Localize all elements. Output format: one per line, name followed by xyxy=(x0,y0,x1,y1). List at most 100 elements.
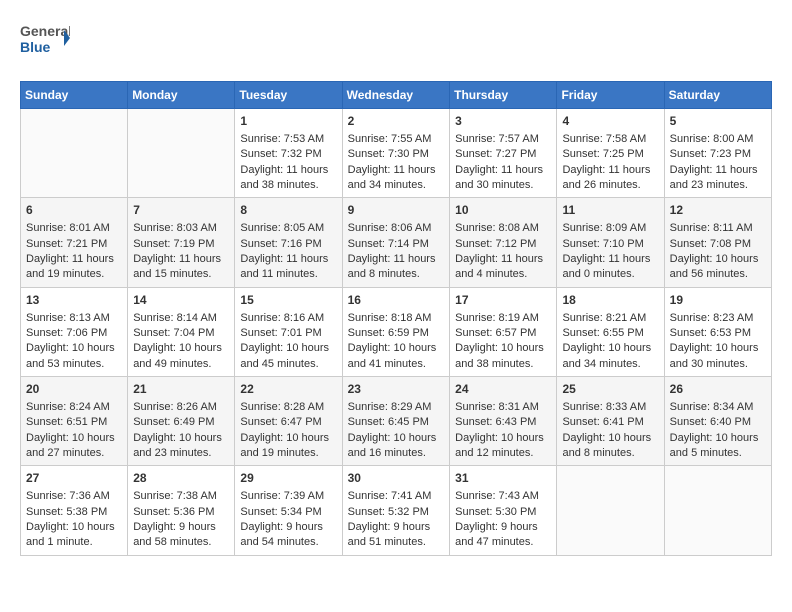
day-content: Sunset: 7:08 PM xyxy=(670,237,766,252)
day-content: Sunset: 6:55 PM xyxy=(562,326,658,341)
day-content: Sunset: 6:59 PM xyxy=(348,326,445,341)
day-content: Daylight: 10 hours and 30 minutes. xyxy=(670,341,766,372)
day-content: Daylight: 10 hours and 56 minutes. xyxy=(670,252,766,283)
day-content: Sunset: 6:40 PM xyxy=(670,415,766,430)
day-header-thursday: Thursday xyxy=(450,82,557,109)
day-content: Sunset: 7:14 PM xyxy=(348,237,445,252)
day-content: Sunset: 6:41 PM xyxy=(562,415,658,430)
day-content: Sunset: 6:47 PM xyxy=(240,415,336,430)
calendar-cell: 11 Sunrise: 8:09 AMSunset: 7:10 PMDayligh… xyxy=(557,198,664,287)
day-content: Sunrise: 7:38 AM xyxy=(133,489,229,504)
day-content: Sunrise: 8:26 AM xyxy=(133,400,229,415)
day-number: 25 xyxy=(562,381,658,398)
day-content: Sunrise: 8:28 AM xyxy=(240,400,336,415)
day-number: 12 xyxy=(670,202,766,219)
calendar-cell xyxy=(21,109,128,198)
calendar-cell: 1Sunrise: 7:53 AMSunset: 7:32 PMDaylight… xyxy=(235,109,342,198)
day-content: Daylight: 11 hours and 30 minutes. xyxy=(455,163,551,194)
day-content: Sunrise: 8:21 AM xyxy=(562,311,658,326)
calendar-week-row: 1Sunrise: 7:53 AMSunset: 7:32 PMDaylight… xyxy=(21,109,772,198)
day-content: Sunrise: 8:09 AM xyxy=(562,221,658,236)
day-content: Sunrise: 8:18 AM xyxy=(348,311,445,326)
calendar-cell: 8Sunrise: 8:05 AMSunset: 7:16 PMDaylight… xyxy=(235,198,342,287)
day-content: Sunrise: 8:34 AM xyxy=(670,400,766,415)
day-number: 18 xyxy=(562,292,658,309)
day-content: Daylight: 9 hours and 51 minutes. xyxy=(348,520,445,551)
day-content: Daylight: 11 hours and 23 minutes. xyxy=(670,163,766,194)
day-content: Sunrise: 8:05 AM xyxy=(240,221,336,236)
day-content: Sunrise: 7:36 AM xyxy=(26,489,122,504)
day-number: 27 xyxy=(26,470,122,487)
calendar-cell: 12Sunrise: 8:11 AMSunset: 7:08 PMDayligh… xyxy=(664,198,771,287)
calendar-cell: 5 Sunrise: 8:00 AMSunset: 7:23 PMDaylight… xyxy=(664,109,771,198)
day-number: 5 xyxy=(670,113,766,130)
day-content: Sunset: 7:23 PM xyxy=(670,147,766,162)
calendar-cell: 10Sunrise: 8:08 AMSunset: 7:12 PMDayligh… xyxy=(450,198,557,287)
day-number: 6 xyxy=(26,202,122,219)
calendar-cell: 3Sunrise: 7:57 AMSunset: 7:27 PMDaylight… xyxy=(450,109,557,198)
day-content: Sunset: 7:30 PM xyxy=(348,147,445,162)
day-content: Sunrise: 7:53 AM xyxy=(240,132,336,147)
day-number: 10 xyxy=(455,202,551,219)
header: General Blue xyxy=(20,20,772,65)
day-content: Sunset: 7:10 PM xyxy=(562,237,658,252)
calendar-cell: 2 Sunrise: 7:55 AMSunset: 7:30 PMDaylight… xyxy=(342,109,450,198)
calendar-cell: 15Sunrise: 8:16 AMSunset: 7:01 PMDayligh… xyxy=(235,287,342,376)
day-content: Sunset: 7:04 PM xyxy=(133,326,229,341)
day-content: Daylight: 10 hours and 12 minutes. xyxy=(455,431,551,462)
day-content: Sunrise: 8:13 AM xyxy=(26,311,122,326)
day-number: 9 xyxy=(348,202,445,219)
day-content: Sunset: 5:30 PM xyxy=(455,505,551,520)
day-content: Daylight: 11 hours and 34 minutes. xyxy=(348,163,445,194)
day-content: Sunset: 7:19 PM xyxy=(133,237,229,252)
day-content: Daylight: 11 hours and 8 minutes. xyxy=(348,252,445,283)
calendar-cell: 13Sunrise: 8:13 AMSunset: 7:06 PMDayligh… xyxy=(21,287,128,376)
day-header-saturday: Saturday xyxy=(664,82,771,109)
day-content: Sunset: 6:51 PM xyxy=(26,415,122,430)
day-number: 3 xyxy=(455,113,551,130)
day-content: Sunrise: 7:57 AM xyxy=(455,132,551,147)
calendar-cell: 29Sunrise: 7:39 AMSunset: 5:34 PMDayligh… xyxy=(235,466,342,555)
calendar-cell: 18Sunrise: 8:21 AMSunset: 6:55 PMDayligh… xyxy=(557,287,664,376)
day-content: Daylight: 10 hours and 45 minutes. xyxy=(240,341,336,372)
day-content: Sunset: 6:49 PM xyxy=(133,415,229,430)
day-content: Daylight: 10 hours and 5 minutes. xyxy=(670,431,766,462)
day-content: Daylight: 10 hours and 49 minutes. xyxy=(133,341,229,372)
day-content: Sunset: 7:25 PM xyxy=(562,147,658,162)
day-content: Daylight: 11 hours and 19 minutes. xyxy=(26,252,122,283)
day-content: Sunrise: 7:58 AM xyxy=(562,132,658,147)
calendar-cell: 6Sunrise: 8:01 AMSunset: 7:21 PMDaylight… xyxy=(21,198,128,287)
day-number: 28 xyxy=(133,470,229,487)
day-number: 29 xyxy=(240,470,336,487)
day-number: 31 xyxy=(455,470,551,487)
day-content: Daylight: 10 hours and 19 minutes. xyxy=(240,431,336,462)
day-number: 8 xyxy=(240,202,336,219)
day-content: Daylight: 10 hours and 53 minutes. xyxy=(26,341,122,372)
day-number: 19 xyxy=(670,292,766,309)
day-content: Sunrise: 8:24 AM xyxy=(26,400,122,415)
day-content: Sunrise: 8:00 AM xyxy=(670,132,766,147)
day-content: Sunrise: 8:31 AM xyxy=(455,400,551,415)
calendar-cell: 17Sunrise: 8:19 AMSunset: 6:57 PMDayligh… xyxy=(450,287,557,376)
day-number: 15 xyxy=(240,292,336,309)
day-content: Daylight: 10 hours and 16 minutes. xyxy=(348,431,445,462)
calendar-cell xyxy=(557,466,664,555)
day-content: Sunrise: 7:55 AM xyxy=(348,132,445,147)
calendar-week-row: 13Sunrise: 8:13 AMSunset: 7:06 PMDayligh… xyxy=(21,287,772,376)
day-number: 2 xyxy=(348,113,445,130)
day-header-wednesday: Wednesday xyxy=(342,82,450,109)
calendar-cell xyxy=(664,466,771,555)
calendar-cell: 16Sunrise: 8:18 AMSunset: 6:59 PMDayligh… xyxy=(342,287,450,376)
calendar-cell: 21Sunrise: 8:26 AMSunset: 6:49 PMDayligh… xyxy=(128,377,235,466)
day-content: Sunrise: 7:41 AM xyxy=(348,489,445,504)
day-number: 11 xyxy=(562,202,658,219)
day-content: Sunrise: 8:16 AM xyxy=(240,311,336,326)
day-content: Daylight: 11 hours and 0 minutes. xyxy=(562,252,658,283)
calendar-header-row: SundayMondayTuesdayWednesdayThursdayFrid… xyxy=(21,82,772,109)
calendar-cell: 20Sunrise: 8:24 AMSunset: 6:51 PMDayligh… xyxy=(21,377,128,466)
day-content: Sunrise: 8:33 AM xyxy=(562,400,658,415)
day-number: 17 xyxy=(455,292,551,309)
day-content: Daylight: 11 hours and 26 minutes. xyxy=(562,163,658,194)
day-number: 23 xyxy=(348,381,445,398)
day-content: Sunset: 7:16 PM xyxy=(240,237,336,252)
